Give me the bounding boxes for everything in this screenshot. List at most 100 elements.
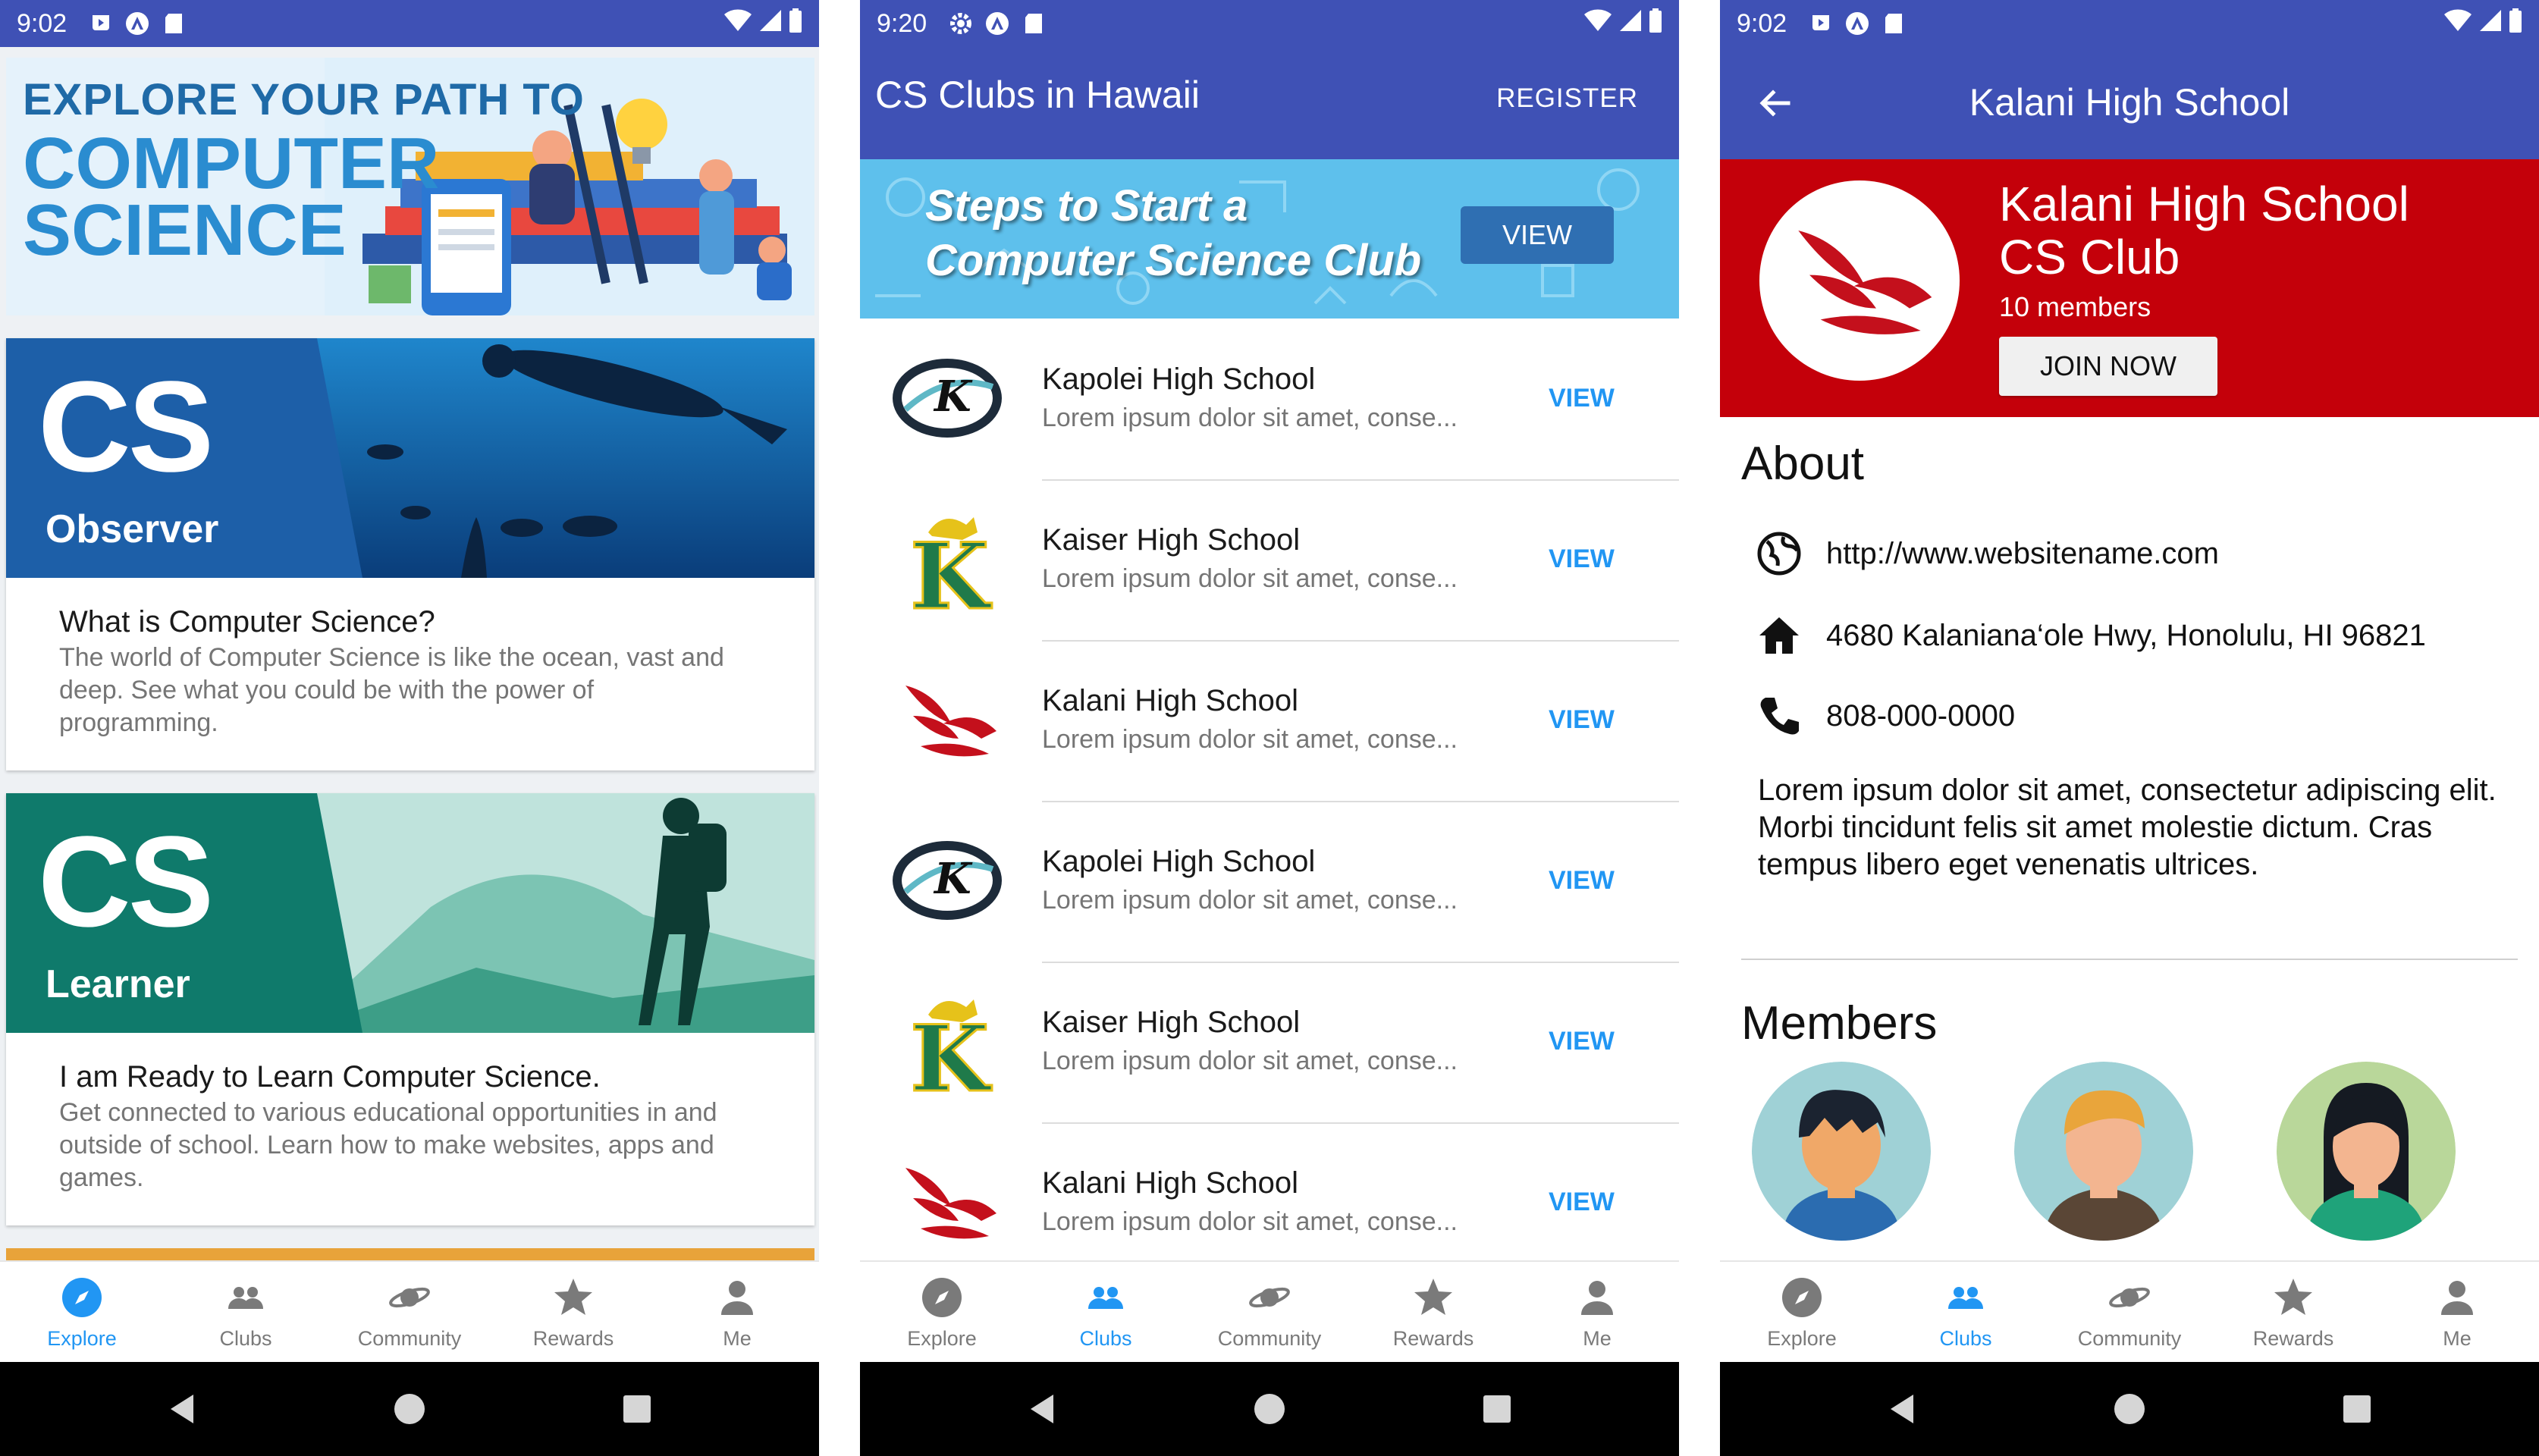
page-title: Kalani High School: [1969, 81, 2290, 124]
play-protect-icon: [88, 11, 114, 36]
club-header: Kalani High School CS Club 10 members JO…: [1720, 159, 2539, 417]
status-bar: 9:02: [0, 0, 819, 47]
view-button[interactable]: VIEW: [1549, 866, 1615, 896]
website-row[interactable]: http://www.websitename.com: [1756, 529, 2219, 578]
nav-explore-label: Explore: [47, 1327, 117, 1350]
website-link[interactable]: http://www.websitename.com: [1826, 537, 2219, 571]
home-circle-icon[interactable]: [391, 1390, 428, 1428]
banner-view-button[interactable]: VIEW: [1461, 206, 1614, 264]
start-club-banner[interactable]: Steps to Start a Computer Science Club V…: [860, 159, 1679, 318]
bottom-navigation: Explore Clubs Community Rewards Me: [0, 1260, 819, 1363]
back-triangle-icon[interactable]: [163, 1390, 201, 1428]
member-avatar[interactable]: [2014, 1062, 2193, 1241]
clubs-screen: 9:20 CS Clubs in Hawaii REGISTER Steps t…: [860, 0, 1679, 1456]
phone-number[interactable]: 808-000-0000: [1826, 699, 2015, 733]
member-avatar[interactable]: [2277, 1062, 2456, 1241]
home-circle-icon[interactable]: [1251, 1390, 1288, 1428]
kalani-logo: [905, 1168, 996, 1239]
nav-rewards[interactable]: Rewards: [1351, 1262, 1515, 1363]
play-protect-icon: [1808, 11, 1834, 36]
member-avatar[interactable]: [1752, 1062, 1931, 1241]
kapolei-logo: K: [893, 841, 1002, 920]
nav-clubs-label: Clubs: [1079, 1327, 1132, 1350]
planet-icon: [1249, 1287, 1290, 1308]
nav-community-label: Community: [2077, 1327, 2182, 1350]
back-triangle-icon[interactable]: [1883, 1390, 1921, 1428]
app-bar: Kalani High School: [1720, 47, 2539, 159]
nav-community[interactable]: Community: [2048, 1262, 2211, 1363]
battery-icon: [2509, 8, 2522, 39]
status-bar: 9:02: [1720, 0, 2539, 47]
list-item[interactable]: K Kaiser High School Lorem ipsum dolor s…: [860, 963, 1679, 1124]
kaiser-logo: K: [909, 517, 993, 616]
view-button[interactable]: VIEW: [1549, 1188, 1615, 1217]
about-heading: About: [1741, 438, 1865, 490]
home-circle-icon[interactable]: [2111, 1390, 2148, 1428]
nav-explore-label: Explore: [1767, 1327, 1837, 1350]
view-button[interactable]: VIEW: [1549, 705, 1615, 735]
explore-banner[interactable]: EXPLORE YOUR PATH TO COMPUTER SCIENCE: [6, 58, 814, 315]
list-item[interactable]: Kalani High School Lorem ipsum dolor sit…: [860, 642, 1679, 802]
kalani-logo: [905, 686, 996, 757]
view-button[interactable]: VIEW: [1549, 1027, 1615, 1056]
observer-cs-label: CS: [38, 355, 214, 499]
banner-line2: Computer Science Club: [925, 236, 1422, 285]
list-item[interactable]: K Kapolei High School Lorem ipsum dolor …: [860, 320, 1679, 481]
system-navigation-bar: [0, 1362, 819, 1456]
star-icon: [2274, 1279, 2312, 1315]
learner-image: CS Learner: [6, 793, 814, 1033]
nav-me[interactable]: Me: [1515, 1262, 1679, 1363]
nav-clubs[interactable]: Clubs: [1884, 1262, 2048, 1363]
group-icon: [1088, 1287, 1123, 1309]
list-item[interactable]: K Kapolei High School Lorem ipsum dolor …: [860, 802, 1679, 963]
nav-me[interactable]: Me: [655, 1262, 819, 1363]
back-triangle-icon[interactable]: [1023, 1390, 1061, 1428]
school-name: Kapolei High School: [1042, 362, 1316, 396]
join-now-button[interactable]: JOIN NOW: [1999, 337, 2217, 396]
view-button[interactable]: VIEW: [1549, 544, 1615, 574]
group-icon: [1948, 1287, 1983, 1309]
school-description: Lorem ipsum dolor sit amet, conse...: [1042, 1207, 1458, 1236]
nav-rewards[interactable]: Rewards: [491, 1262, 655, 1363]
signal-icon: [2478, 8, 2503, 39]
phone-row[interactable]: 808-000-0000: [1756, 692, 2015, 740]
school-name: Kalani High School: [1042, 1166, 1298, 1200]
about-description: Lorem ipsum dolor sit amet, consectetur …: [1758, 774, 2497, 881]
learner-sub-label: Learner: [46, 962, 190, 1006]
nav-community[interactable]: Community: [1188, 1262, 1351, 1363]
nav-me[interactable]: Me: [2375, 1262, 2539, 1363]
list-item[interactable]: K Kaiser High School Lorem ipsum dolor s…: [860, 481, 1679, 642]
members-heading: Members: [1741, 997, 1938, 1050]
recents-square-icon[interactable]: [2338, 1390, 2376, 1428]
sd-card-icon: [1881, 11, 1907, 36]
recents-square-icon[interactable]: [618, 1390, 656, 1428]
nav-explore[interactable]: Explore: [860, 1262, 1024, 1363]
globe-icon: [1757, 532, 1801, 576]
home-icon: [1759, 617, 1799, 654]
cs-observer-card[interactable]: CS Observer What is Computer Science? Th…: [6, 338, 814, 770]
nav-explore[interactable]: Explore: [1720, 1262, 1884, 1363]
page-title: CS Clubs in Hawaii: [875, 74, 1200, 116]
recents-square-icon[interactable]: [1478, 1390, 1516, 1428]
system-navigation-bar: [1720, 1362, 2539, 1456]
status-time: 9:02: [1737, 8, 1787, 38]
school-description: Lorem ipsum dolor sit amet, conse...: [1042, 564, 1458, 593]
nav-explore[interactable]: Explore: [0, 1262, 164, 1363]
compass-icon: [922, 1278, 962, 1317]
nav-clubs[interactable]: Clubs: [1024, 1262, 1188, 1363]
nav-community[interactable]: Community: [328, 1262, 491, 1363]
club-logo: [1759, 180, 1960, 381]
nav-rewards[interactable]: Rewards: [2211, 1262, 2375, 1363]
nav-clubs[interactable]: Clubs: [164, 1262, 328, 1363]
cs-learner-card[interactable]: CS Learner I am Ready to Learn Computer …: [6, 793, 814, 1225]
kapolei-logo: K: [893, 359, 1002, 438]
nav-rewards-label: Rewards: [1392, 1327, 1474, 1350]
address-row: 4680 Kalaniana‘ole Hwy, Honolulu, HI 968…: [1756, 611, 2426, 660]
nav-community-label: Community: [1217, 1327, 1322, 1350]
view-button[interactable]: VIEW: [1549, 384, 1615, 413]
register-button[interactable]: REGISTER: [1496, 83, 1638, 114]
person-icon: [1581, 1281, 1613, 1315]
banner-title-line2: SCIENCE: [23, 190, 347, 271]
compass-icon: [1782, 1278, 1822, 1317]
status-bar: 9:20: [860, 0, 1679, 47]
